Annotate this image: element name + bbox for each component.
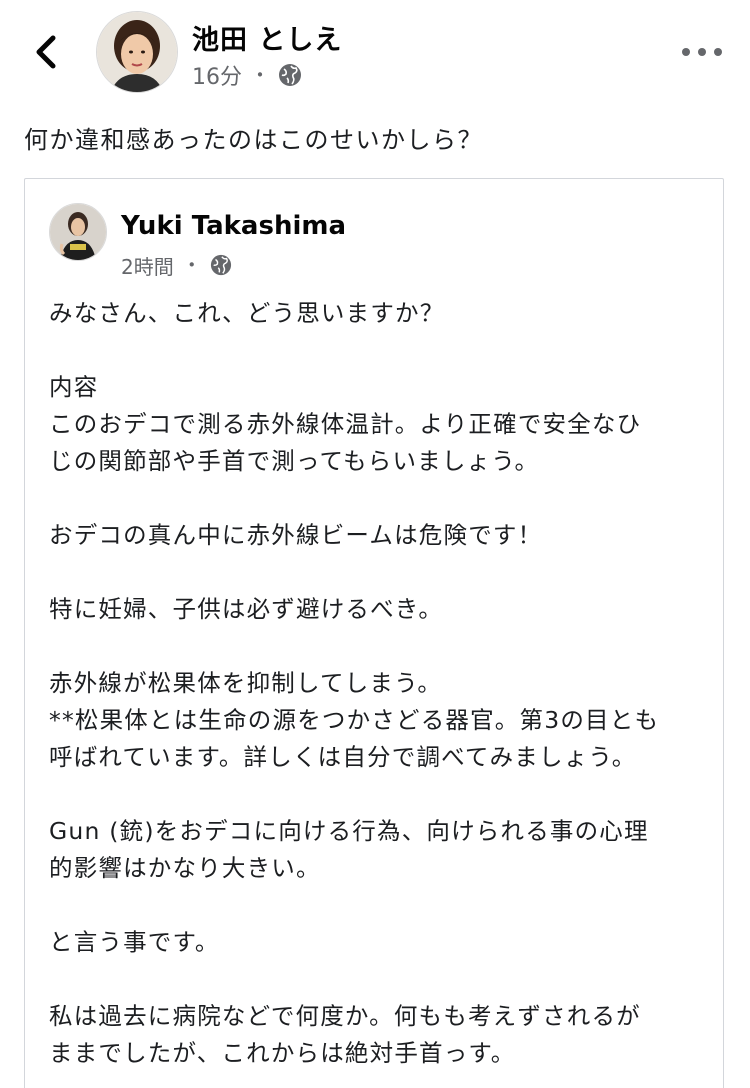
text-line: 私は過去に病院などで何度か。何もも考えずされるが (49, 1002, 641, 1030)
text-line: このおデコで測る赤外線体温計。より正確で安全なひ (49, 410, 642, 438)
text-line: **松果体とは生命の源をつかさどる器官。第3の目とも (49, 706, 660, 734)
globe-icon (210, 254, 231, 276)
globe-icon (279, 64, 301, 86)
text-line: ままでしたが、これからは絶対手首っす。 (49, 1039, 516, 1067)
author-avatar[interactable] (96, 11, 178, 93)
text-line: 内容 (49, 373, 99, 401)
text-line: Gun (銃)をおデコに向ける行為、向けられる事の心理 (49, 817, 649, 845)
post-time[interactable]: 16分 (192, 59, 242, 91)
meta-separator: ・ (250, 63, 270, 87)
shared-post-paragraph: みなさん、これ、どう思いますか？ (49, 295, 709, 332)
shared-post-paragraph: 内容このおデコで測る赤外線体温計。より正確で安全なひ じの関節部や手首で測ってもら… (49, 369, 709, 480)
more-options-button[interactable] (682, 40, 722, 64)
post-meta: 16分 ・ (192, 60, 302, 90)
shared-author-name[interactable]: Yuki Takashima (121, 211, 346, 241)
more-horizontal-icon (682, 48, 690, 56)
shared-author-avatar[interactable] (49, 203, 107, 261)
back-button[interactable] (28, 30, 64, 74)
shared-post-paragraph: 赤外線が松果体を抑制してしまう。 **松果体とは生命の源をつかさどる器官。第3の目… (49, 665, 709, 776)
post-view: 池田 としえ 16分 ・ 何か違和感あったのはこのせいかしら？ Yuki Tak… (0, 0, 750, 1088)
text-line: 呼ばれています。詳しくは自分で調べてみましょう。 (49, 743, 637, 771)
shared-post-paragraph: 私は過去に病院などで何度か。何もも考えずされるが ままでしたが、これからは絶対手首… (49, 998, 709, 1072)
author-name[interactable]: 池田 としえ (192, 18, 342, 57)
text-line: じの関節部や手首で測ってもらいましょう。 (49, 447, 540, 475)
shared-post-meta: 2時間 ・ (121, 251, 232, 279)
shared-post-time[interactable]: 2時間 (121, 251, 174, 280)
shared-post-paragraph: Gun (銃)をおデコに向ける行為、向けられる事の心理 的影響はかなり大きい。 (49, 813, 709, 887)
text-line: 赤外線が松果体を抑制してしまう。 (49, 669, 443, 697)
shared-post-card[interactable]: Yuki Takashima 2時間 ・ みなさん、これ、どう思いますか？ 内容こ… (24, 178, 724, 1088)
text-line: 的影響はかなり大きい。 (49, 854, 321, 882)
shared-post-paragraph: 特に妊婦、子供は必ず避けるべき。 (49, 591, 709, 628)
shared-post-body: みなさん、これ、どう思いますか？ 内容このおデコで測る赤外線体温計。より正確で安全… (49, 295, 709, 1072)
text-line: と言う事です。 (49, 928, 220, 956)
post-text: 何か違和感あったのはこのせいかしら？ (24, 126, 483, 154)
shared-post-paragraph: と言う事です。 (49, 924, 709, 961)
shared-post-paragraph: おデコの真ん中に赤外線ビームは危険です！ (49, 517, 709, 554)
text-line: 特に妊婦、子供は必ず避けるべき。 (49, 595, 444, 623)
meta-separator: ・ (181, 253, 202, 277)
text-line: みなさん、これ、どう思いますか？ (49, 299, 445, 327)
text-line: おデコの真ん中に赤外線ビームは危険です！ (49, 521, 543, 549)
chevron-left-icon (36, 35, 56, 69)
